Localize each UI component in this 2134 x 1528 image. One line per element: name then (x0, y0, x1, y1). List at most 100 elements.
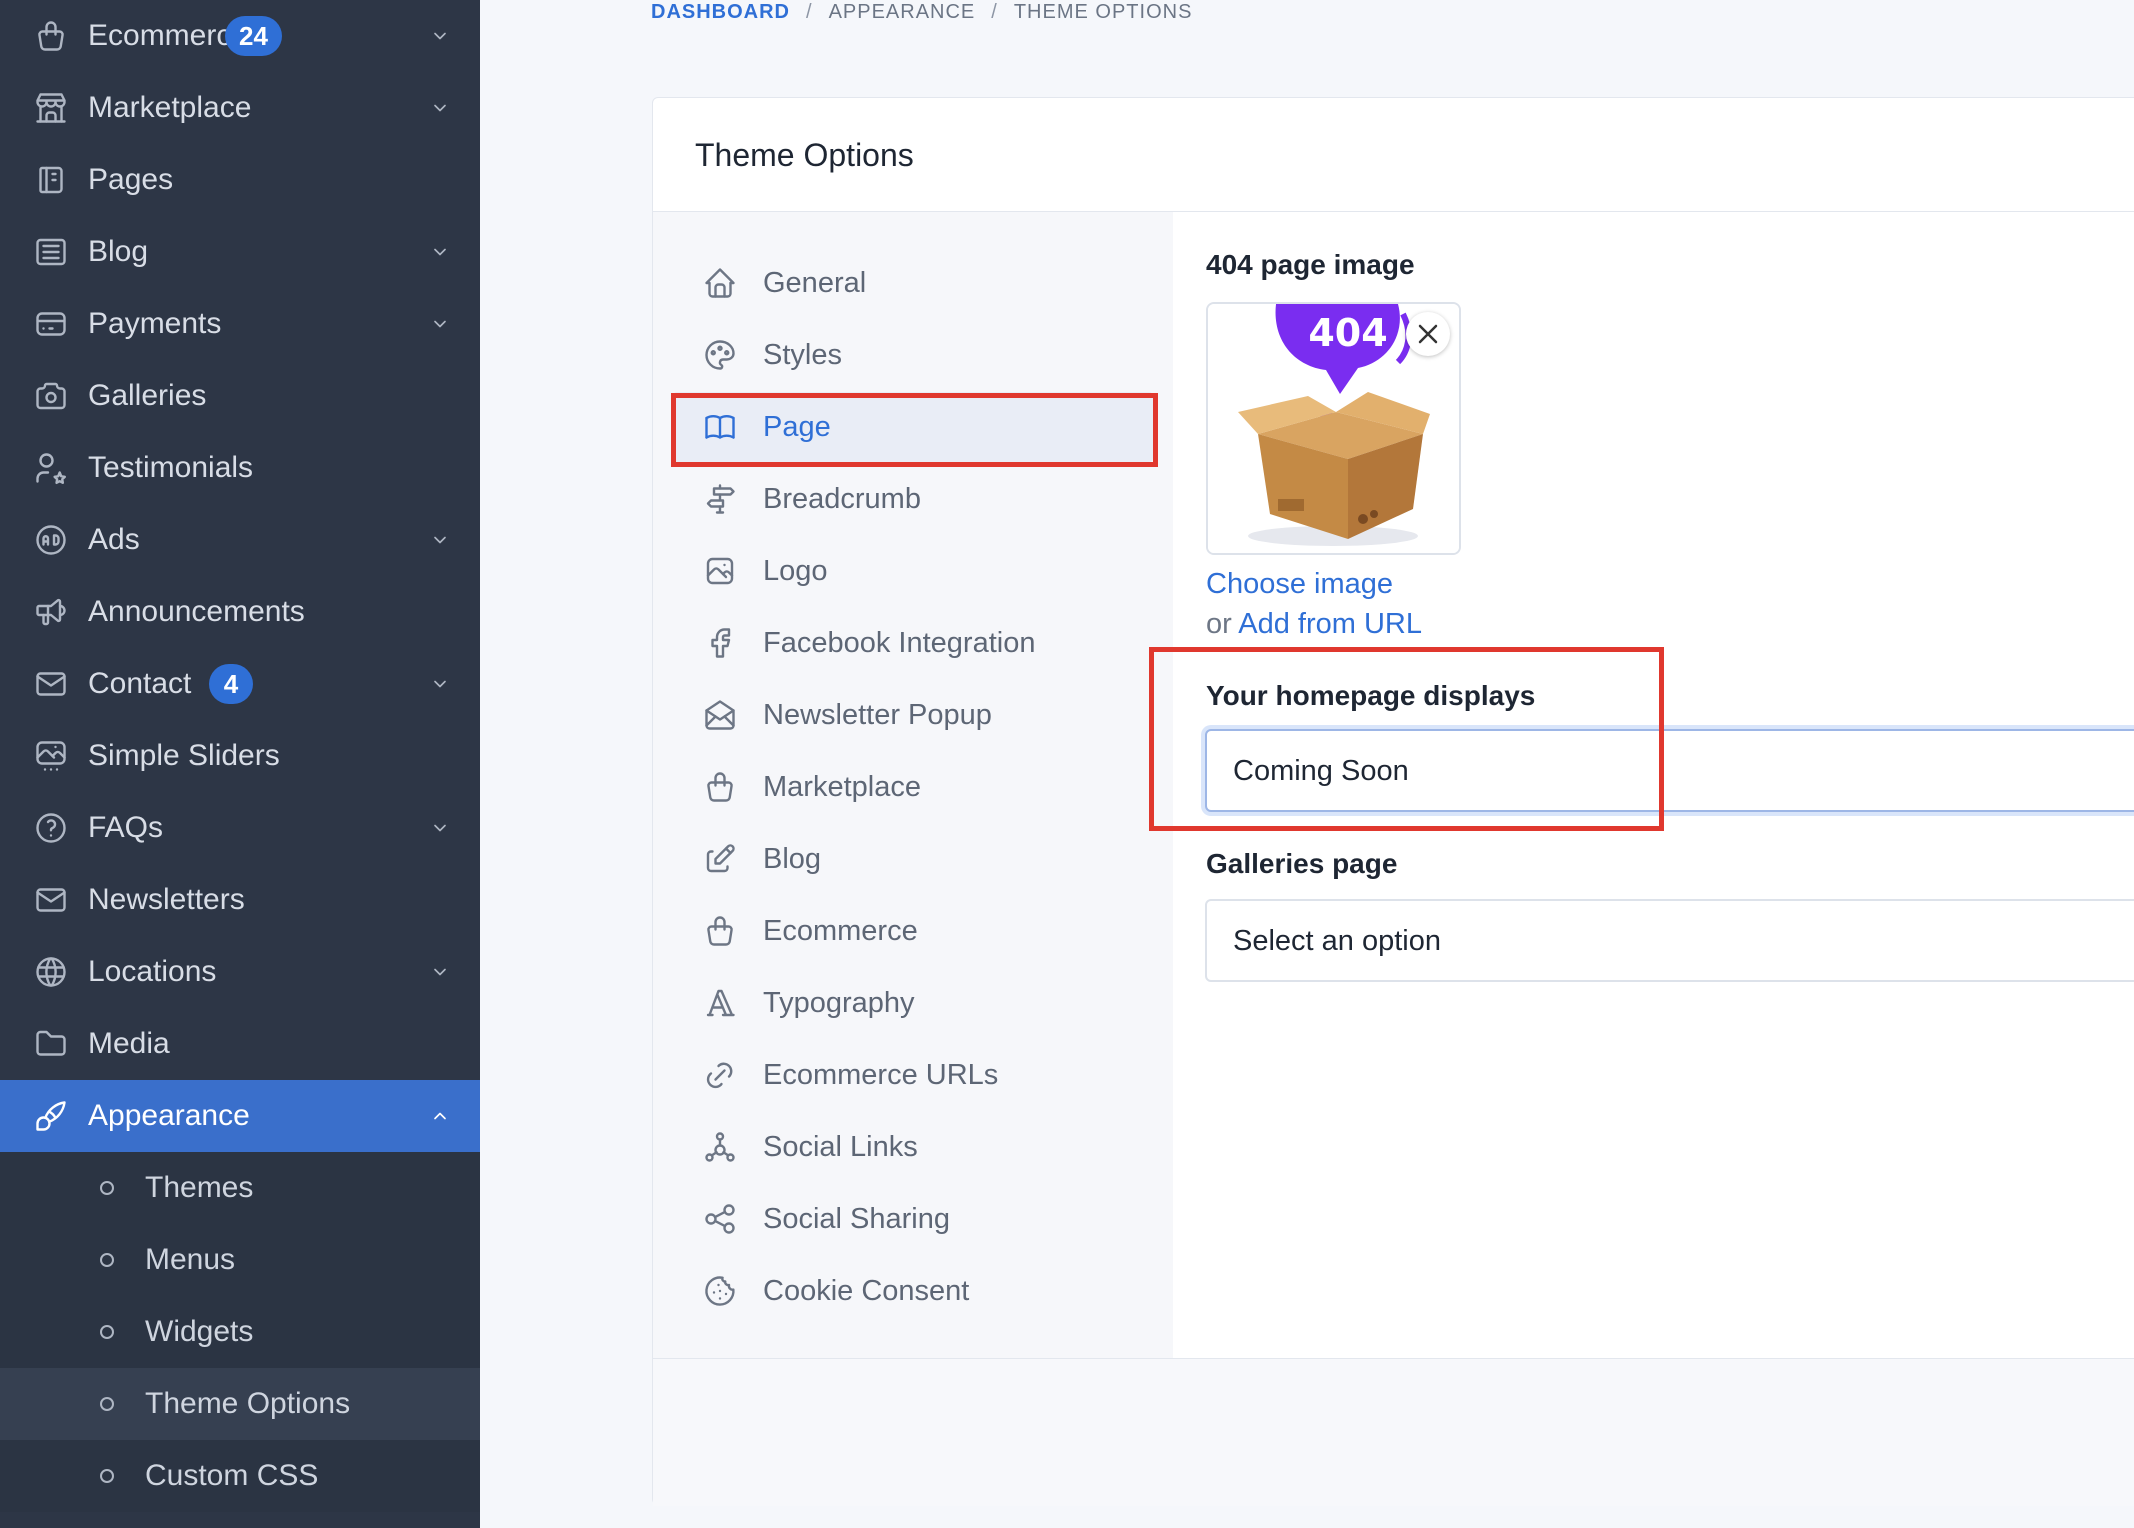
speakerphone-icon (33, 594, 69, 630)
homepage-field-label: Your homepage displays (1206, 680, 1536, 711)
sidebar-subitem-menus[interactable]: Menus (0, 1224, 480, 1296)
sidebar-item-label: Marketplace (88, 91, 252, 124)
settings-tabs: General Styles Page Breadcrumb Logo Face… (653, 212, 1173, 1358)
chevron-down-icon (430, 530, 450, 550)
homepage-select-value: Coming Soon (1233, 755, 1409, 787)
tab-label: Social Links (763, 1131, 918, 1163)
tab-marketplace[interactable]: Marketplace (673, 752, 1153, 822)
sidebar-item-label: Payments (88, 307, 222, 340)
sidebar-item-label: Appearance (88, 1099, 250, 1132)
tab-label: Ecommerce (763, 915, 918, 947)
tab-label: Social Sharing (763, 1203, 950, 1235)
tab-label: General (763, 267, 867, 299)
add-from-url-line: or Add from URL (1206, 606, 1422, 642)
sidebar-subitem-themes[interactable]: Themes (0, 1152, 480, 1224)
world-icon (33, 954, 69, 990)
notebook-icon (33, 162, 69, 198)
galleries-page-select[interactable]: Select an option (1205, 899, 2134, 982)
folder-icon (33, 1026, 69, 1062)
add-from-url-link[interactable]: Add from URL (1238, 608, 1422, 640)
circle-bullet-icon (100, 1469, 114, 1483)
tab-social-links[interactable]: Social Links (673, 1112, 1153, 1182)
sidebar-subitem-label: Custom CSS (145, 1459, 319, 1492)
sidebar-item-announcements[interactable]: Announcements (0, 576, 480, 648)
close-icon (1418, 324, 1438, 344)
help-circle-icon (33, 810, 69, 846)
tab-cookie-consent[interactable]: Cookie Consent (673, 1256, 1153, 1326)
link-icon (702, 1057, 738, 1093)
directions-icon (702, 481, 738, 517)
facebook-icon (702, 625, 738, 661)
circle-bullet-icon (100, 1253, 114, 1267)
tab-label: Marketplace (763, 771, 921, 803)
breadcrumb: DASHBOARD / APPEARANCE / THEME OPTIONS (651, 0, 1192, 24)
tab-blog[interactable]: Blog (673, 824, 1153, 894)
breadcrumb-dashboard-link[interactable]: DASHBOARD (651, 1, 790, 24)
notification-badge: 24 (225, 16, 282, 56)
homepage-displays-select[interactable]: Coming Soon (1205, 729, 2134, 812)
sidebar-item-label: Testimonials (88, 451, 254, 484)
sidebar-subitem-widgets[interactable]: Widgets (0, 1296, 480, 1368)
sidebar-item-marketplace[interactable]: Marketplace (0, 72, 480, 144)
sidebar-subitem-label: Themes (145, 1171, 254, 1204)
chevron-down-icon (430, 98, 450, 118)
sidebar-item-contact[interactable]: Contact 4 (0, 648, 480, 720)
tab-label: Blog (763, 843, 822, 875)
galleries-field-label: Galleries page (1206, 848, 1398, 879)
tab-facebook-integration[interactable]: Facebook Integration (673, 608, 1153, 678)
sidebar-item-appearance[interactable]: Appearance (0, 1080, 480, 1152)
circle-bullet-icon (100, 1397, 114, 1411)
tab-label: Cookie Consent (763, 1275, 970, 1307)
tab-ecommerce[interactable]: Ecommerce (673, 896, 1153, 966)
tab-label: Styles (763, 339, 842, 371)
sidebar-item-newsletters[interactable]: Newsletters (0, 864, 480, 936)
tab-breadcrumb[interactable]: Breadcrumb (673, 464, 1153, 534)
sidebar-item-label: Newsletters (88, 883, 245, 916)
sidebar-item-ads[interactable]: Ads (0, 504, 480, 576)
sidebar-subitem-label: Theme Options (145, 1387, 351, 1420)
photo-icon (702, 553, 738, 589)
tab-ecommerce-urls[interactable]: Ecommerce URLs (673, 1040, 1153, 1110)
share-icon (702, 1201, 738, 1237)
sidebar-subitem-label: Widgets (145, 1315, 254, 1348)
sidebar-item-pages[interactable]: Pages (0, 144, 480, 216)
tab-newsletter-popup[interactable]: Newsletter Popup (673, 680, 1153, 750)
sidebar-subitem-custom-css[interactable]: Custom CSS (0, 1440, 480, 1512)
tab-page[interactable]: Page (673, 392, 1153, 462)
sidebar-item-ecommerce[interactable]: Ecommerce 24 (0, 0, 480, 72)
choose-image-link[interactable]: Choose image (1206, 566, 1393, 602)
breadcrumb-theme-options: THEME OPTIONS (1013, 0, 1193, 23)
tab-styles[interactable]: Styles (673, 320, 1153, 390)
breadcrumb-appearance: APPEARANCE (828, 0, 976, 23)
article-icon (33, 234, 69, 270)
tab-general[interactable]: General (673, 248, 1153, 318)
sidebar-item-galleries[interactable]: Galleries (0, 360, 480, 432)
page-title: Theme Options (695, 137, 914, 173)
sidebar-item-label: Simple Sliders (88, 739, 280, 772)
brush-icon (33, 1098, 69, 1134)
sidebar-item-payments[interactable]: Payments (0, 288, 480, 360)
sidebar-item-testimonials[interactable]: Testimonials (0, 432, 480, 504)
camera-icon (33, 378, 69, 414)
sidebar-item-locations[interactable]: Locations (0, 936, 480, 1008)
sidebar-item-media[interactable]: Media (0, 1008, 480, 1080)
edit-icon (702, 841, 738, 877)
remove-image-button[interactable] (1406, 312, 1450, 356)
tab-label: Newsletter Popup (763, 699, 992, 731)
sidebar-subitem-theme-options[interactable]: Theme Options (0, 1368, 480, 1440)
tab-logo[interactable]: Logo (673, 536, 1153, 606)
user-star-icon (33, 450, 69, 486)
tab-typography[interactable]: Typography (673, 968, 1153, 1038)
slideshow-icon (33, 738, 69, 774)
cookie-icon (702, 1273, 738, 1309)
sidebar-item-label: Announcements (88, 595, 305, 628)
sidebar-item-faqs[interactable]: FAQs (0, 792, 480, 864)
sidebar-item-blog[interactable]: Blog (0, 216, 480, 288)
building-store-icon (33, 90, 69, 126)
tab-social-sharing[interactable]: Social Sharing (673, 1184, 1153, 1254)
sidebar-item-label: Contact (88, 667, 192, 700)
sidebar-item-label: Locations (88, 955, 217, 988)
sidebar-item-label: Media (88, 1027, 170, 1060)
sidebar-item-simple-sliders[interactable]: Simple Sliders (0, 720, 480, 792)
or-text: or (1206, 608, 1232, 640)
